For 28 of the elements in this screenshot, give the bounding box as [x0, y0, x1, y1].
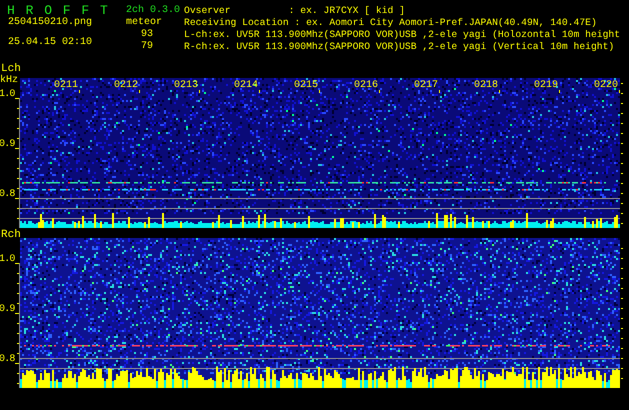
axis-ticks-icon: [620, 83, 624, 224]
file-name: 2504150210.png: [8, 17, 92, 29]
time-label: 0217: [414, 80, 438, 91]
axis-label: 1.0: [0, 254, 15, 265]
time-label: 0218: [474, 80, 498, 91]
info-line: L-ch:ex. UV5R 113.900Mhz(SAPPORO VOR)USB ,2-ele yagi (Holozontal 10m height: [184, 29, 620, 41]
time-label: 0220: [594, 80, 618, 91]
lch-count: 93: [140, 29, 154, 41]
rch-count: 79: [140, 41, 154, 53]
info-line: Ovserver : ex. JR7CYX [ kid ]: [184, 5, 405, 17]
axis-ticks-icon: [620, 248, 624, 379]
app-title: H R O F F T: [7, 5, 108, 17]
time-label: 0214: [234, 80, 258, 91]
time-label: 0211: [54, 80, 78, 91]
channel-label: Lch: [1, 63, 21, 75]
info-line: R-ch:ex. UV5R 113.900Mhz(SAPPORO VOR)USB ,2-ele yagi (Vertical 10m height): [184, 41, 614, 53]
axis-label: 1.0: [0, 89, 15, 100]
version-label: 2ch 0.3.0: [126, 5, 180, 17]
channel-label: Rch: [1, 229, 21, 241]
mode-label: meteor: [126, 17, 162, 29]
time-label: 0213: [174, 80, 198, 91]
time-label: 0215: [294, 80, 318, 91]
date-time: 25.04.15 02:10: [8, 37, 92, 49]
time-label: 0219: [534, 80, 558, 91]
time-label: 0216: [354, 80, 378, 91]
unit-label: kHz: [0, 75, 18, 86]
info-line: Receiving Location : ex. Aomori City Aomori-Pref.JAPAN(40.49N, 140.47E): [184, 17, 597, 29]
time-label: 0212: [114, 80, 138, 91]
